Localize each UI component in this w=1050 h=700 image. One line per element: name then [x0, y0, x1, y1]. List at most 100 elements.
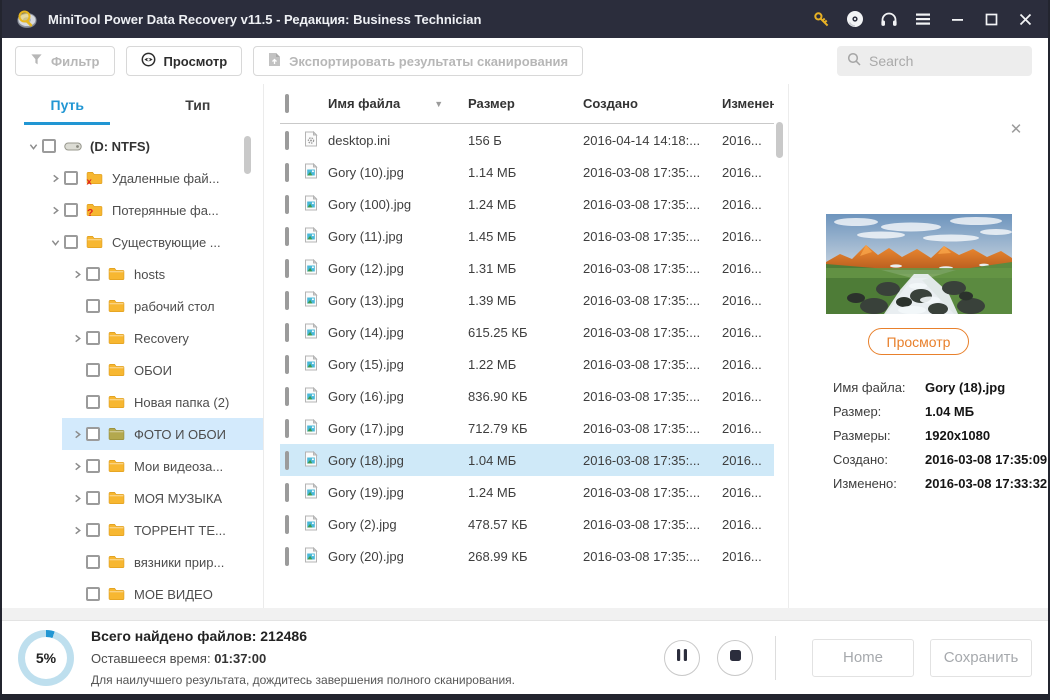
tree-item-checkbox[interactable] — [64, 171, 78, 185]
table-row[interactable]: Gory (10).jpg 1.14 МБ 2016-03-08 17:35:...… — [280, 156, 774, 188]
table-row[interactable]: Gory (11).jpg 1.45 МБ 2016-03-08 17:35:...… — [280, 220, 774, 252]
maximize-icon[interactable] — [982, 10, 1000, 28]
row-checkbox[interactable] — [285, 322, 289, 342]
tree-item-checkbox[interactable] — [64, 235, 78, 249]
row-checkbox[interactable] — [285, 418, 289, 438]
row-checkbox[interactable] — [285, 546, 289, 566]
tree-item[interactable]: МОЕ ВИДЕО — [2, 578, 263, 608]
column-header-created[interactable]: Создано — [583, 96, 722, 111]
chevron-down-icon[interactable] — [24, 137, 42, 155]
headphones-icon[interactable] — [880, 10, 898, 28]
preview-open-button[interactable]: Просмотр — [867, 328, 970, 355]
tree-item-checkbox[interactable] — [86, 523, 100, 537]
row-checkbox[interactable] — [285, 162, 289, 182]
tree-item[interactable]: ФОТО И ОБОИ — [2, 418, 263, 450]
table-scrollbar[interactable] — [776, 122, 783, 158]
chevron-down-icon[interactable] — [46, 233, 64, 251]
chevron-right-icon[interactable] — [68, 425, 86, 443]
table-row[interactable]: Gory (100).jpg 1.24 МБ 2016-03-08 17:35:..… — [280, 188, 774, 220]
chevron-right-icon[interactable] — [68, 457, 86, 475]
tree-item-checkbox[interactable] — [86, 331, 100, 345]
tree-item[interactable]: ТОРРЕНТ ТЕ... — [2, 514, 263, 546]
chevron-right-icon[interactable] — [46, 201, 64, 219]
chevron-right-icon[interactable] — [68, 521, 86, 539]
tab-type[interactable]: Тип — [133, 84, 264, 124]
chevron-right-icon[interactable] — [46, 169, 64, 187]
filter-button[interactable]: Фильтр — [15, 46, 115, 76]
row-checkbox[interactable] — [285, 482, 289, 502]
tree-item-checkbox[interactable] — [86, 299, 100, 313]
row-checkbox[interactable] — [285, 354, 289, 374]
table-row[interactable]: Gory (12).jpg 1.31 МБ 2016-03-08 17:35:...… — [280, 252, 774, 284]
table-row[interactable]: Gory (16).jpg 836.90 КБ 2016-03-08 17:35:.… — [280, 380, 774, 412]
pause-button[interactable] — [664, 639, 700, 676]
disc-icon[interactable] — [846, 10, 864, 28]
tree-item-checkbox[interactable] — [42, 139, 56, 153]
row-checkbox[interactable] — [285, 130, 289, 150]
horizontal-scrollbar[interactable] — [2, 608, 1048, 620]
tree-item[interactable]: Recovery — [2, 322, 263, 354]
chevron-right-icon[interactable] — [68, 265, 86, 283]
table-row[interactable]: Gory (14).jpg 615.25 КБ 2016-03-08 17:35:.… — [280, 316, 774, 348]
tree-item-checkbox[interactable] — [86, 587, 100, 601]
table-row[interactable]: desktop.ini 156 Б 2016-04-14 14:18:... 2016… — [280, 124, 774, 156]
save-button[interactable]: Сохранить — [930, 638, 1032, 677]
chevron-right-icon[interactable] — [68, 329, 86, 347]
tree-item[interactable]: (D: NTFS) — [2, 130, 263, 162]
table-row[interactable]: Gory (19).jpg 1.24 МБ 2016-03-08 17:35:...… — [280, 476, 774, 508]
tree-item-checkbox[interactable] — [86, 363, 100, 377]
column-header-name[interactable]: Имя файла — [328, 96, 400, 111]
stop-button[interactable] — [717, 639, 753, 676]
tree-item[interactable]: Существующие ... — [2, 226, 263, 258]
search-box[interactable] — [837, 46, 1032, 76]
tree-item[interactable]: ОБОИ — [2, 354, 263, 386]
tree-item[interactable]: ? Потерянные фа... — [2, 194, 263, 226]
tree-item[interactable]: вязники прир... — [2, 546, 263, 578]
tree-item[interactable]: рабочий стол — [2, 290, 263, 322]
tree-item[interactable]: Мои видеоза... — [2, 450, 263, 482]
tree-item[interactable]: Новая папка (2) — [2, 386, 263, 418]
row-checkbox[interactable] — [285, 290, 289, 310]
menu-icon[interactable] — [914, 10, 932, 28]
chevron-placeholder — [68, 361, 86, 379]
row-checkbox[interactable] — [285, 258, 289, 278]
tab-path[interactable]: Путь — [2, 84, 133, 125]
preview-button[interactable]: Просмотр — [125, 46, 243, 76]
chevron-right-icon[interactable] — [68, 489, 86, 507]
tree-item-checkbox[interactable] — [86, 427, 100, 441]
row-checkbox[interactable] — [285, 386, 289, 406]
tree-scrollbar[interactable] — [244, 136, 251, 174]
search-input[interactable] — [869, 53, 1009, 69]
tree-item-checkbox[interactable] — [86, 267, 100, 281]
table-row[interactable]: Gory (2).jpg 478.57 КБ 2016-03-08 17:35:..… — [280, 508, 774, 540]
row-checkbox[interactable] — [285, 514, 289, 534]
row-checkbox[interactable] — [285, 226, 289, 246]
tree-item[interactable]: x Удаленные фай... — [2, 162, 263, 194]
tree-item-checkbox[interactable] — [86, 491, 100, 505]
home-button[interactable]: Home — [812, 638, 914, 677]
minimize-icon[interactable] — [948, 10, 966, 28]
export-button[interactable]: Экспортировать результаты сканирования — [253, 46, 584, 76]
column-header-size[interactable]: Размер — [468, 96, 583, 111]
table-row[interactable]: Gory (17).jpg 712.79 КБ 2016-03-08 17:35:.… — [280, 412, 774, 444]
tree-panel: Путь Тип (D: NTFS) x Удаленные фай...? Поте… — [2, 84, 264, 608]
row-checkbox[interactable] — [285, 450, 289, 470]
table-row[interactable]: Gory (20).jpg 268.99 КБ 2016-03-08 17:35:.… — [280, 540, 774, 572]
table-row[interactable]: Gory (18).jpg 1.04 МБ 2016-03-08 17:35:...… — [280, 444, 774, 476]
table-row[interactable]: Gory (15).jpg 1.22 МБ 2016-03-08 17:35:...… — [280, 348, 774, 380]
select-all-checkbox[interactable] — [285, 94, 289, 113]
tree-item-checkbox[interactable] — [86, 555, 100, 569]
key-icon[interactable] — [812, 10, 830, 28]
tree-item-checkbox[interactable] — [64, 203, 78, 217]
table-row[interactable]: Gory (13).jpg 1.39 МБ 2016-03-08 17:35:...… — [280, 284, 774, 316]
close-icon[interactable] — [1016, 10, 1034, 28]
column-header-modified[interactable]: Изменено — [722, 96, 774, 111]
preview-close-icon[interactable]: ✕ — [1008, 122, 1024, 138]
row-checkbox[interactable] — [285, 194, 289, 214]
tree-item[interactable]: hosts — [2, 258, 263, 290]
sort-desc-icon[interactable]: ▼ — [434, 99, 443, 109]
file-size: 712.79 КБ — [468, 420, 528, 436]
tree-item-checkbox[interactable] — [86, 395, 100, 409]
tree-item-checkbox[interactable] — [86, 459, 100, 473]
tree-item[interactable]: МОЯ МУЗЫКА — [2, 482, 263, 514]
